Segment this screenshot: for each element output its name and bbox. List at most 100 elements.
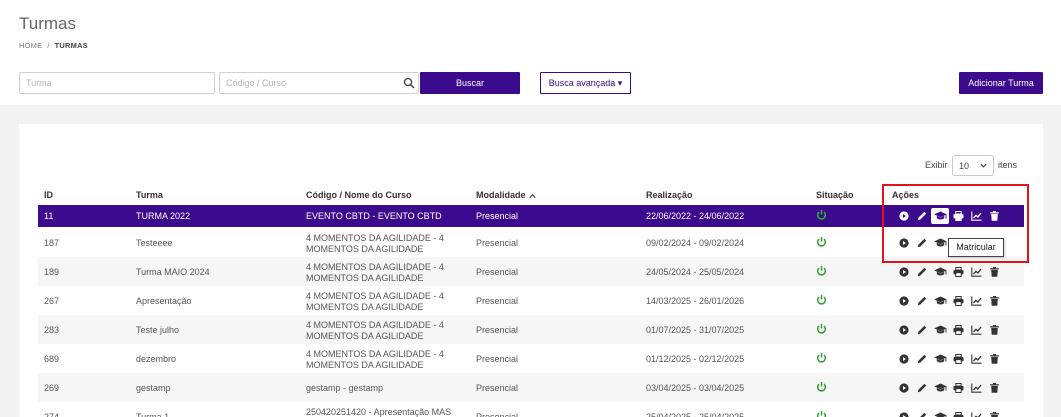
cell-modalidade: Presencial — [476, 295, 519, 306]
power-icon[interactable] — [816, 323, 827, 334]
cell-codigo-line-2: MOMENTOS DA AGILIDADE — [306, 359, 424, 370]
cell-codigo-line-1: 4 MOMENTOS DA AGILIDADE - 4 — [306, 232, 444, 243]
highlight-box — [882, 184, 1029, 263]
cell-realizacao: 14/03/2025 - 26/01/2026 — [646, 295, 745, 306]
table-row[interactable]: 269 gestamp gestamp - gestamp Presencial 03/… — [38, 373, 1024, 402]
cell-modalidade: Presencial — [476, 382, 519, 393]
codigo-curso-search-input[interactable] — [219, 72, 419, 94]
power-icon[interactable] — [816, 410, 827, 417]
table-row[interactable]: 689 dezembro 4 MOMENTOS DA AGILIDADE - 4 MO… — [38, 344, 1024, 373]
header-modalidade[interactable]: Modalidade — [476, 190, 536, 200]
trash-icon[interactable] — [985, 322, 1003, 338]
pencil-icon[interactable] — [913, 409, 931, 417]
play-icon[interactable] — [895, 293, 913, 309]
header-turma[interactable]: Turma — [136, 190, 163, 200]
power-icon[interactable] — [816, 209, 827, 220]
cell-modalidade: Presencial — [476, 211, 519, 221]
header-codigo[interactable]: Código / Nome do Curso — [306, 190, 412, 200]
printer-icon[interactable] — [949, 264, 967, 280]
itens-label: itens — [998, 160, 1018, 170]
trash-icon[interactable] — [985, 380, 1003, 396]
printer-icon[interactable] — [949, 380, 967, 396]
cell-turma: Turma 1 — [136, 411, 170, 417]
cell-modalidade: Presencial — [476, 324, 519, 335]
printer-icon[interactable] — [949, 322, 967, 338]
cell-id: 11 — [44, 211, 54, 221]
table-row[interactable]: 187 Testeeee 4 MOMENTOS DA AGILIDADE - 4 MO… — [38, 228, 1024, 257]
table-row[interactable]: 267 Apresentação 4 MOMENTOS DA AGILIDADE -… — [38, 286, 1024, 315]
cell-turma: dezembro — [136, 353, 177, 364]
header-realizacao[interactable]: Realização — [646, 190, 693, 200]
chart-line-icon[interactable] — [967, 293, 985, 309]
pencil-icon[interactable] — [913, 293, 931, 309]
chart-line-icon[interactable] — [967, 351, 985, 367]
cell-realizacao: 01/07/2025 - 31/07/2025 — [646, 324, 745, 335]
cell-modalidade: Presencial — [476, 237, 519, 248]
chart-line-icon[interactable] — [967, 264, 985, 280]
graduation-cap-icon[interactable] — [931, 322, 949, 338]
cell-modalidade: Presencial — [476, 353, 519, 364]
breadcrumb-home[interactable]: HOME — [19, 41, 42, 50]
power-icon[interactable] — [816, 265, 827, 276]
cell-id: 274 — [44, 411, 60, 417]
table-row[interactable]: 283 Teste julho 4 MOMENTOS DA AGILIDADE - … — [38, 315, 1024, 344]
play-icon[interactable] — [895, 409, 913, 417]
cell-turma: Apresentação — [136, 295, 192, 306]
play-icon[interactable] — [895, 264, 913, 280]
page-title: Turmas — [19, 14, 76, 33]
trash-icon[interactable] — [985, 409, 1003, 417]
cell-turma: Turma MAIO 2024 — [136, 266, 210, 277]
cell-codigo-line-1: 4 MOMENTOS DA AGILIDADE - 4 — [306, 261, 444, 272]
graduation-cap-icon[interactable] — [931, 351, 949, 367]
cell-id: 689 — [44, 353, 60, 364]
cell-codigo-line-1: 4 MOMENTOS DA AGILIDADE - 4 — [306, 319, 444, 330]
adicionar-turma-button[interactable]: Adicionar Turma — [959, 72, 1043, 94]
cell-realizacao: 03/04/2025 - 03/04/2025 — [646, 382, 745, 393]
power-icon[interactable] — [816, 294, 827, 305]
cell-codigo-line-1: 4 MOMENTOS DA AGILIDADE - 4 — [306, 290, 444, 301]
printer-icon[interactable] — [949, 409, 967, 417]
chart-line-icon[interactable] — [967, 380, 985, 396]
header-id[interactable]: ID — [44, 190, 53, 200]
chart-line-icon[interactable] — [967, 322, 985, 338]
cell-realizacao: 24/05/2024 - 25/05/2024 — [646, 266, 745, 277]
play-icon[interactable] — [895, 380, 913, 396]
graduation-cap-icon[interactable] — [931, 264, 949, 280]
search-icon[interactable] — [403, 77, 415, 89]
graduation-cap-icon[interactable] — [931, 409, 949, 417]
graduation-cap-icon[interactable] — [931, 380, 949, 396]
page-size-select[interactable]: 10 — [952, 155, 994, 176]
header-situacao[interactable]: Situação — [816, 190, 854, 200]
breadcrumb-current: TURMAS — [54, 41, 88, 50]
cell-codigo: gestamp - gestamp — [306, 382, 384, 393]
pencil-icon[interactable] — [913, 351, 931, 367]
power-icon[interactable] — [816, 352, 827, 363]
table-row[interactable]: 189 Turma MAIO 2024 4 MOMENTOS DA AGILIDAD… — [38, 257, 1024, 286]
trash-icon[interactable] — [985, 264, 1003, 280]
table-row[interactable]: 274 Turma 1 250420251420 - Apresentação MA… — [38, 402, 1024, 417]
cell-modalidade: Presencial — [476, 411, 519, 417]
power-icon[interactable] — [816, 381, 827, 392]
power-icon[interactable] — [816, 236, 827, 247]
chart-line-icon[interactable] — [967, 409, 985, 417]
graduation-cap-icon[interactable] — [931, 293, 949, 309]
cell-codigo-line-1: 250420251420 - Apresentação MAS — [306, 406, 452, 417]
play-icon[interactable] — [895, 351, 913, 367]
busca-avancada-button[interactable]: Busca avançada ▾ — [540, 72, 631, 94]
trash-icon[interactable] — [985, 351, 1003, 367]
buscar-button[interactable]: Buscar — [420, 72, 520, 94]
printer-icon[interactable] — [949, 293, 967, 309]
printer-icon[interactable] — [949, 351, 967, 367]
turma-search-input[interactable] — [19, 72, 215, 94]
cell-id: 187 — [44, 237, 60, 248]
cell-realizacao: 01/12/2025 - 02/12/2025 — [646, 353, 745, 364]
pencil-icon[interactable] — [913, 322, 931, 338]
table-row[interactable]: 11 TURMA 2022 EVENTO CBTD - EVENTO CBTD Pre… — [38, 205, 1024, 227]
cell-codigo-line-2: MOMENTOS DA AGILIDADE — [306, 301, 424, 312]
cell-turma: Teste julho — [136, 324, 180, 335]
pencil-icon[interactable] — [913, 380, 931, 396]
play-icon[interactable] — [895, 322, 913, 338]
trash-icon[interactable] — [985, 293, 1003, 309]
breadcrumb-separator: / — [47, 41, 50, 50]
pencil-icon[interactable] — [913, 264, 931, 280]
